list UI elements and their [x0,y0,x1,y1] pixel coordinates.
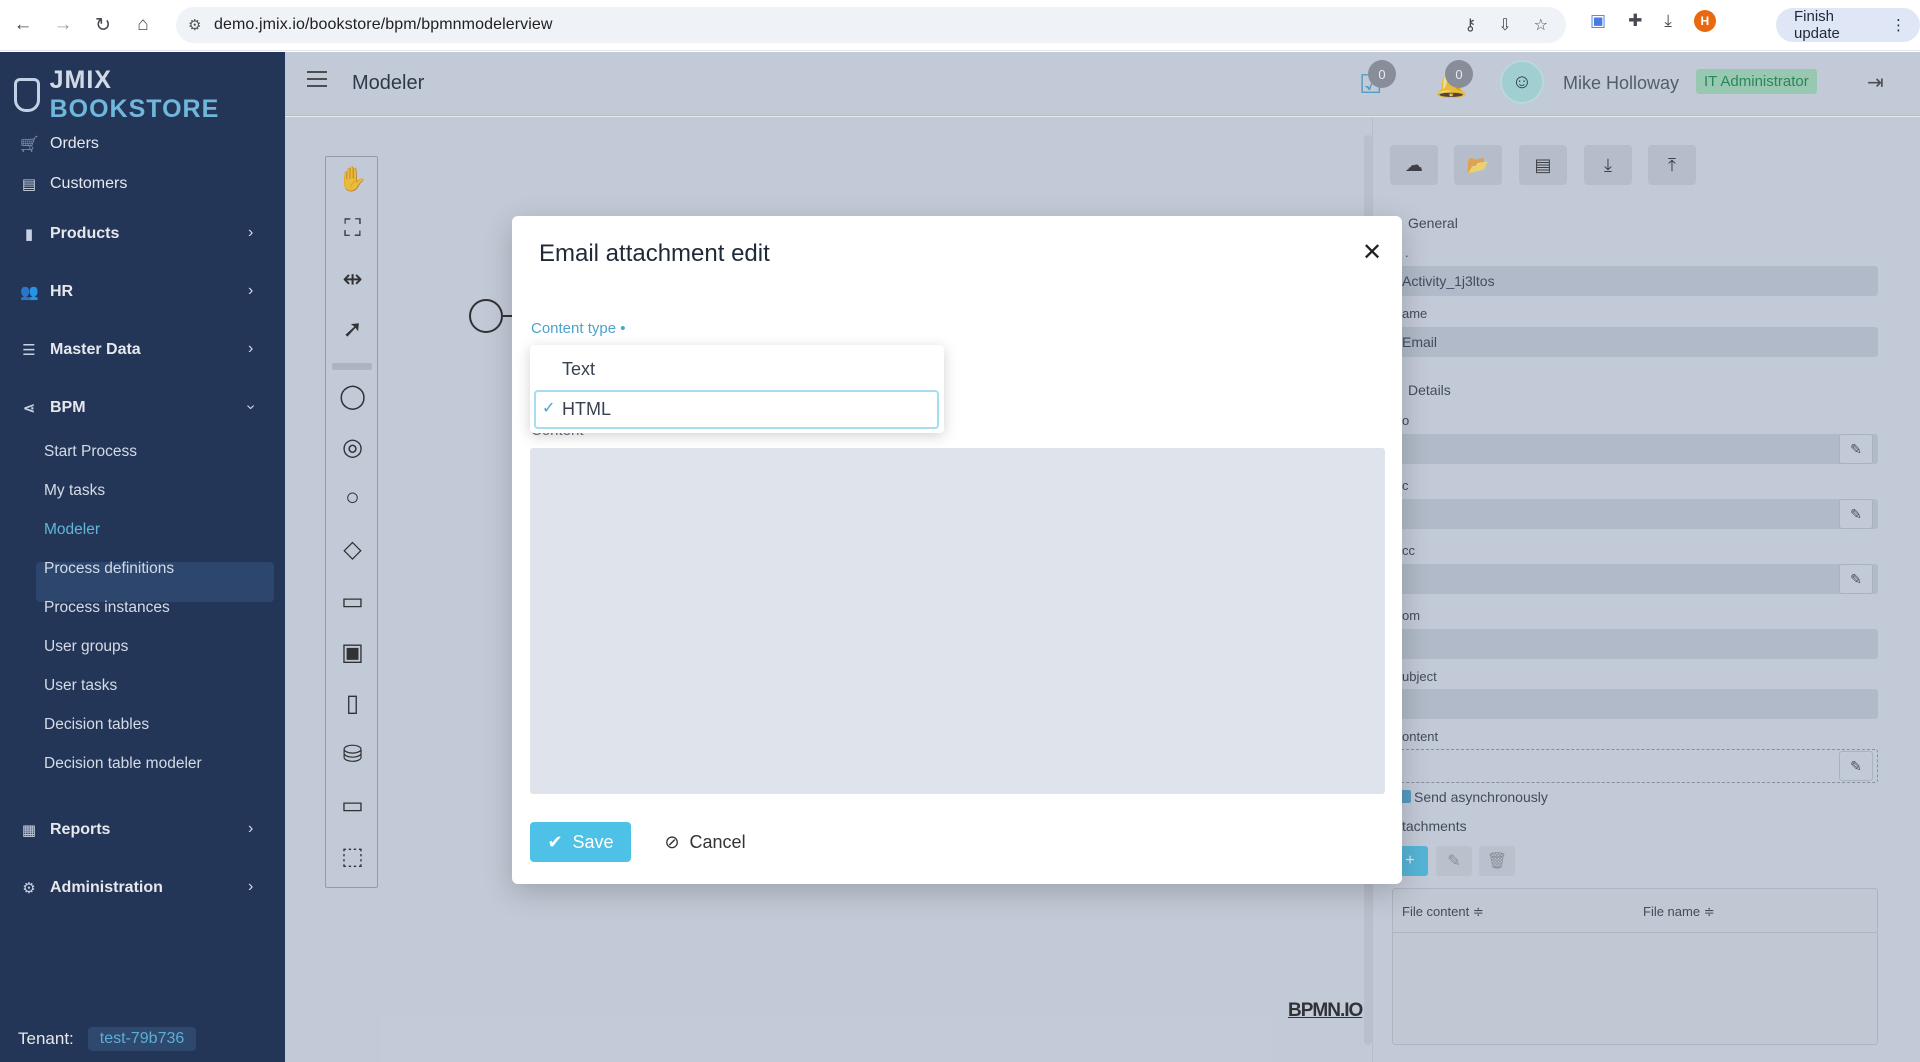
option-html[interactable]: HTML [562,399,611,420]
finish-update-button[interactable]: Finish update ⋮ [1776,8,1920,42]
profile-avatar[interactable]: H [1693,10,1716,32]
check-icon: ✓ [542,400,556,417]
star-icon[interactable]: ☆ [1534,15,1548,35]
reload-icon[interactable]: ↻ [88,10,118,40]
address-bar[interactable]: ⚙ demo.jmix.io/bookstore/bpm/bpmnmodeler… [176,7,1566,43]
site-info-icon[interactable]: ⚙ [188,16,201,34]
finish-update-label: Finish update [1794,8,1840,42]
install-icon[interactable]: ⇩ [1498,15,1511,35]
back-icon[interactable]: ← [8,10,38,40]
cancel-label: Cancel [689,831,746,852]
translate-icon[interactable]: ▣ [1590,11,1606,31]
extensions-icon[interactable]: ✚ [1628,11,1642,31]
close-icon[interactable]: ✕ [1362,238,1382,267]
save-label: Save [572,831,614,852]
option-text[interactable]: Text [562,359,595,380]
home-icon[interactable]: ⌂ [128,10,158,40]
email-attachment-dialog: Email attachment edit ✕ Content type • C… [512,216,1402,884]
browser-toolbar: ← → ↻ ⌂ ⚙ demo.jmix.io/bookstore/bpm/bpm… [0,0,1920,51]
download-icon[interactable]: ⤓ [1664,11,1672,31]
save-button[interactable]: ✔ Save [530,822,631,862]
more-icon: ⋮ [1891,17,1906,34]
url-text[interactable]: demo.jmix.io/bookstore/bpm/bpmnmodelervi… [214,16,553,34]
cancel-button[interactable]: ⊘ Cancel [648,822,762,862]
check-icon: ✔ [547,831,563,852]
content-type-label: Content type • [531,320,626,337]
forward-icon[interactable]: → [48,10,78,40]
dialog-title: Email attachment edit [539,240,770,267]
key-icon[interactable]: ⚷ [1465,15,1477,35]
content-type-dropdown: Text ✓ HTML [530,345,944,433]
content-textarea[interactable] [530,448,1385,794]
ban-icon: ⊘ [664,831,680,852]
